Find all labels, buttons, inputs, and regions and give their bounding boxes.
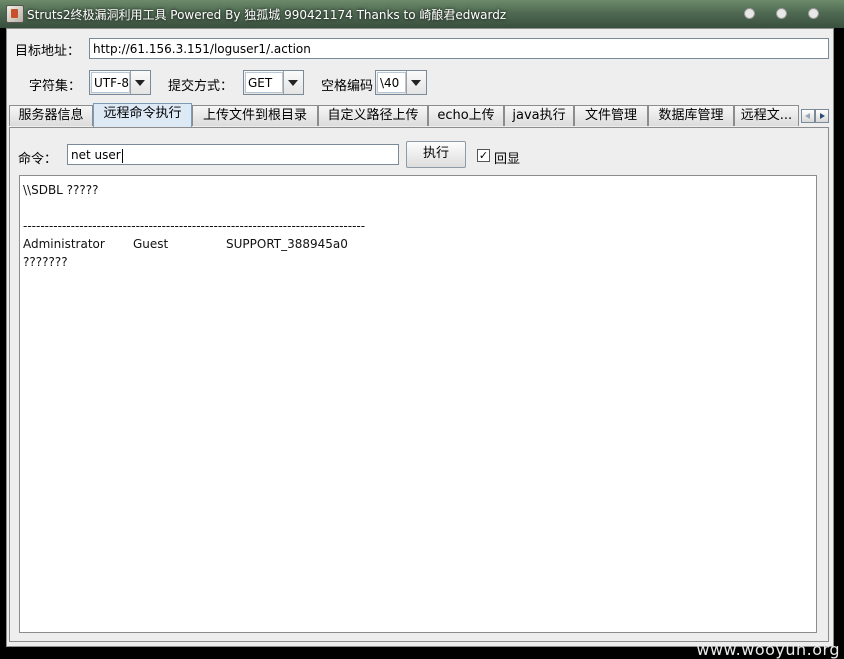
window-titlebar: Struts2终极漏洞利用工具 Powered By 独孤城 990421174… (0, 0, 844, 28)
tab-file-manager[interactable]: 文件管理 (574, 105, 648, 126)
close-button[interactable] (808, 8, 819, 19)
method-label: 提交方式： (168, 79, 234, 94)
tab-strip: 服务器信息 远程命令执行 上传文件到根目录 自定义路径上传 echo上传 jav… (9, 103, 831, 127)
tab-custom-path-upload[interactable]: 自定义路径上传 (318, 105, 428, 126)
charset-select[interactable]: UTF-8 (89, 70, 151, 95)
output-separator: ----------------------------------------… (23, 219, 366, 233)
tab-upload-root[interactable]: 上传文件到根目录 (192, 105, 318, 126)
output-user: Guest (133, 237, 169, 251)
output-line: \\SDBL ????? (23, 183, 99, 197)
tab-remote-command[interactable]: 远程命令执行 (93, 103, 192, 127)
output-user: Administrator (23, 237, 105, 251)
window-title: Struts2终极漏洞利用工具 Powered By 独孤城 990421174… (27, 8, 507, 22)
tab-database-manager[interactable]: 数据库管理 (648, 105, 734, 126)
chevron-down-icon[interactable] (130, 71, 150, 94)
space-encoding-value: \40 (377, 72, 406, 93)
charset-label: 字符集： (29, 79, 82, 94)
command-value: net user (71, 148, 121, 162)
echo-checkbox[interactable]: ✓ (477, 149, 490, 162)
output-user: SUPPORT_388945a0 (226, 237, 348, 251)
chevron-down-icon[interactable] (406, 71, 426, 94)
tab-echo-upload[interactable]: echo上传 (428, 105, 504, 126)
echo-label: 回显 (494, 152, 521, 167)
app-window: 目标地址： http://61.156.3.151/loguser1/.acti… (6, 28, 834, 647)
space-encoding-select[interactable]: \40 (375, 70, 427, 95)
output-user-row: Administrator Guest SUPPORT_388945a0 (23, 235, 813, 253)
java-app-icon (6, 5, 24, 23)
tab-server-info[interactable]: 服务器信息 (9, 105, 93, 126)
tab-remote-file[interactable]: 远程文... (734, 105, 799, 126)
target-url-label: 目标地址： (15, 44, 81, 59)
method-select[interactable]: GET (243, 70, 304, 95)
text-caret (121, 148, 123, 163)
target-url-input[interactable]: http://61.156.3.151/loguser1/.action (89, 38, 829, 59)
output-textarea[interactable]: \\SDBL ????? ---------------------------… (19, 175, 817, 633)
scroll-left-icon[interactable] (801, 109, 815, 123)
maximize-button[interactable] (776, 8, 787, 19)
method-value: GET (245, 72, 283, 93)
output-line: ??????? (23, 255, 68, 269)
space-encoding-label: 空格编码 (321, 79, 374, 94)
scroll-right-icon[interactable] (815, 109, 829, 123)
command-panel: 命令： net user 执行 ✓ 回显 \\SDBL ????? ------… (9, 127, 829, 642)
chevron-down-icon[interactable] (283, 71, 303, 94)
execute-button[interactable]: 执行 (406, 141, 466, 168)
tab-java-exec[interactable]: java执行 (504, 105, 574, 126)
minimize-button[interactable] (744, 8, 755, 19)
command-input[interactable]: net user (67, 144, 399, 165)
charset-value: UTF-8 (91, 72, 130, 93)
command-label: 命令： (18, 152, 58, 167)
watermark: www.wooyun.org (696, 640, 840, 659)
